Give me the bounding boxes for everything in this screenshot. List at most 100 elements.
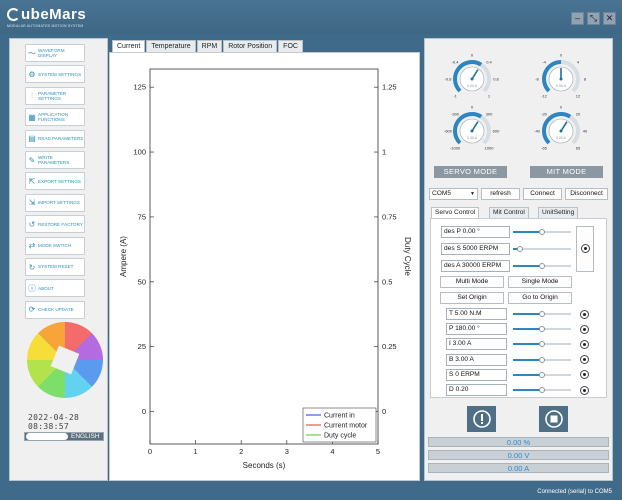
language-toggle-knob[interactable] xyxy=(26,433,68,440)
sidebar-item-check-update[interactable]: ⟳ CHECK UPDATE xyxy=(25,300,85,319)
y-tick-label: 50 xyxy=(138,277,146,286)
gauge-tick-label: -8 xyxy=(535,77,539,82)
mit-mode-button[interactable]: MIT MODE xyxy=(530,166,603,178)
set-origin-button[interactable]: Set Origin xyxy=(440,292,504,304)
gauge-tick-label: -12 xyxy=(541,93,548,98)
param-field[interactable]: D 0.20 xyxy=(446,384,507,396)
gauge-tick-label: -1000 xyxy=(450,145,461,150)
tab-servo-control[interactable]: Servo Control xyxy=(431,207,480,218)
param-slider[interactable] xyxy=(513,387,571,393)
gauge-tick-label: 40 xyxy=(583,129,588,134)
sidebar-item-about[interactable]: ⓘ ABOUT xyxy=(25,279,85,298)
slider-fill xyxy=(513,313,542,315)
slider-knob[interactable] xyxy=(539,356,545,363)
sidebar-item-label: SYSTEM SETTINGS xyxy=(38,71,82,77)
y2-tick-label: 0.25 xyxy=(382,342,397,351)
gauge-tick-label: 8 xyxy=(584,77,587,82)
tab-mit-control[interactable]: Mit Control xyxy=(489,207,529,218)
gauge-hub xyxy=(559,129,563,133)
des-a-field[interactable]: des A 30000 ERPM xyxy=(441,260,510,272)
close-button[interactable]: ✕ xyxy=(603,12,616,25)
connect-button[interactable]: Connect xyxy=(523,188,562,200)
gauge-tick-label: -300 xyxy=(451,112,460,117)
y-tick-label: 100 xyxy=(133,148,146,157)
gauge-tick-label: 0 xyxy=(471,53,474,58)
des-p-slider[interactable] xyxy=(513,229,571,235)
des-s-slider[interactable] xyxy=(513,246,571,252)
sidebar-item-system-reset[interactable]: ↻ SYSTEM RESET xyxy=(25,258,85,276)
disconnect-button[interactable]: Disconnect xyxy=(565,188,608,200)
slider-knob[interactable] xyxy=(539,311,545,317)
language-toggle[interactable]: ENGLISH xyxy=(24,432,104,441)
gauge-dial[interactable]: -65 -40 -20 0 20 40 65 0.00 A xyxy=(534,105,588,151)
gauge-dial[interactable]: -1 -0.8 -0.4 0 0.4 0.8 1 0.00 A xyxy=(445,53,500,99)
sidebar-item-mode-switch[interactable]: ⇄ MODE SWITCH xyxy=(25,236,85,255)
duty-readout: 0.00 % xyxy=(428,437,609,447)
y2-tick-label: 0.75 xyxy=(382,212,397,221)
y2-tick-label: 0 xyxy=(382,407,386,416)
slider-knob[interactable] xyxy=(516,246,523,252)
sidebar-item-write-parameters[interactable]: ✎ WRITE PARAMETERS xyxy=(25,151,85,169)
sidebar-item-waveform-display[interactable]: 〜 WAVEFORM DISPLAY xyxy=(25,44,85,62)
multi-mode-button[interactable]: Multi Mode xyxy=(440,276,504,288)
slider-knob[interactable] xyxy=(539,387,545,393)
param-slider[interactable] xyxy=(513,311,571,317)
param-field[interactable]: S 0 ERPM xyxy=(446,368,507,381)
maximize-button[interactable]: ⤡ xyxy=(587,12,600,25)
y2-axis-title: Duty Cycle xyxy=(403,237,412,276)
single-mode-button[interactable]: Single Mode xyxy=(508,276,572,288)
reset-icon: ↻ xyxy=(28,262,36,272)
legend-label: Current in xyxy=(324,413,355,420)
tab-unit-setting[interactable]: UnitSetting xyxy=(538,207,579,218)
slider-knob[interactable] xyxy=(539,263,545,269)
param-field[interactable]: B 3.00 A xyxy=(446,353,507,366)
des-a-slider[interactable] xyxy=(513,263,571,269)
param-field[interactable]: I 3.00 A xyxy=(446,338,507,351)
send-param-icon[interactable] xyxy=(580,324,589,334)
sidebar-item-label: READ PARAMETERS xyxy=(38,135,84,141)
sidebar-item-application-functions[interactable]: ▦ APPLICATION FUNCTIONS xyxy=(25,108,85,127)
param-slider[interactable] xyxy=(513,341,571,348)
des-p-field[interactable]: des P 0.00 ° xyxy=(441,226,510,238)
sidebar-item-read-parameters[interactable]: ▤ READ PARAMETERS xyxy=(25,129,85,148)
alert-button[interactable] xyxy=(467,406,496,432)
sidebar-item-label: RESTORE FACTORY xyxy=(38,221,83,227)
gauge-dial[interactable]: -1000 -600 -300 0 300 600 1000 0.00 A xyxy=(444,105,500,151)
alert-icon xyxy=(472,410,491,428)
send-param-icon[interactable] xyxy=(580,309,589,319)
gauge-tick-label: -40 xyxy=(534,129,541,134)
gauge-dial[interactable]: -12 -8 -4 0 4 8 12 0.00 A xyxy=(535,53,587,99)
slider-knob[interactable] xyxy=(539,371,545,378)
plot-area[interactable] xyxy=(149,68,379,445)
send-param-icon[interactable] xyxy=(580,385,589,395)
servo-mode-button[interactable]: SERVO MODE xyxy=(434,166,507,178)
send-param-icon[interactable] xyxy=(580,339,589,349)
sidebar-item-import-settings[interactable]: ⇲ IMPORT SETTINGS xyxy=(25,193,85,212)
sidebar-item-parameter-settings[interactable]: ⫶ PARAMETER SETTINGS xyxy=(25,86,85,105)
slider-knob[interactable] xyxy=(539,229,545,235)
y2-tick-label: 1.25 xyxy=(382,83,397,92)
send-position-button[interactable] xyxy=(576,226,594,272)
go-to-origin-button[interactable]: Go to Origin xyxy=(508,292,572,304)
param-slider[interactable] xyxy=(513,326,571,333)
stop-button[interactable] xyxy=(539,406,568,432)
sidebar-item-system-settings[interactable]: ⚙ SYSTEM SETTINGS xyxy=(25,65,85,84)
refresh-button[interactable]: refresh xyxy=(481,188,520,200)
param-slider[interactable] xyxy=(513,356,571,363)
x-tick-label: 5 xyxy=(376,447,380,456)
grid-icon: ▦ xyxy=(28,112,36,122)
param-slider[interactable] xyxy=(513,371,571,378)
x-tick-label: 2 xyxy=(239,447,243,456)
minimize-button[interactable]: – xyxy=(571,12,584,25)
sidebar-item-export-settings[interactable]: ⇱ EXPORT SETTINGS xyxy=(25,172,85,191)
sidebar-item-restore-factory[interactable]: ↺ RESTORE FACTORY xyxy=(25,215,85,234)
des-s-field[interactable]: des S 5000 ERPM xyxy=(441,243,510,255)
slider-fill xyxy=(513,231,542,233)
com-port-select[interactable]: COM5 ▼ xyxy=(429,188,478,200)
param-field[interactable]: P 180.00 ° xyxy=(446,323,507,336)
sidebar-item-label: APPLICATION FUNCTIONS xyxy=(38,111,69,123)
y2-tick-label: 0.5 xyxy=(382,277,392,286)
import-icon: ⇲ xyxy=(28,198,36,208)
chevron-down-icon: ▼ xyxy=(470,191,475,197)
param-field[interactable]: T 5.00 N.M xyxy=(446,308,507,320)
